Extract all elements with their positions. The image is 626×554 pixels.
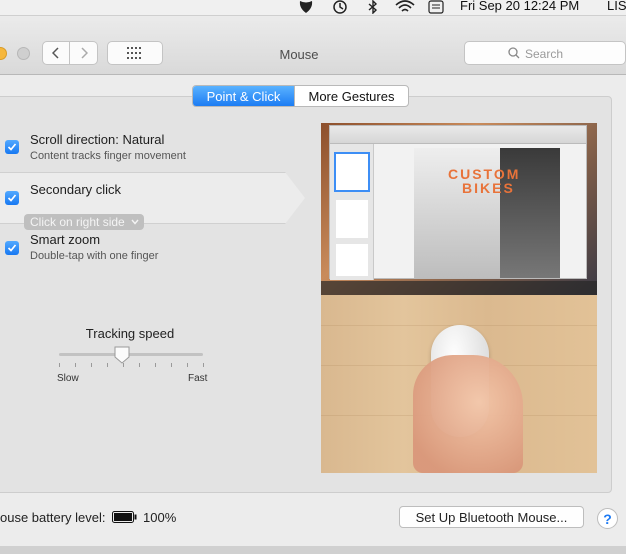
slider-tick bbox=[107, 363, 108, 367]
window-bottom-edge bbox=[0, 546, 626, 554]
tab-more-gestures[interactable]: More Gestures bbox=[294, 86, 408, 106]
slider-tick bbox=[139, 363, 140, 367]
help-button[interactable]: ? bbox=[597, 508, 618, 529]
checkmark-icon bbox=[7, 244, 17, 252]
search-placeholder: Search bbox=[525, 47, 564, 61]
battery-level-label: ouse battery level: bbox=[0, 510, 106, 525]
battery-level-value: 100% bbox=[143, 510, 177, 525]
checkmark-icon bbox=[7, 194, 17, 202]
preview-heading-2: BIKES bbox=[462, 180, 515, 196]
secondary-click-popup-value: Click on right side bbox=[30, 215, 125, 229]
preview-hand bbox=[413, 355, 523, 473]
preview-thumb bbox=[336, 244, 368, 276]
slider-tick bbox=[187, 363, 188, 367]
slider-tick bbox=[155, 363, 156, 367]
preview-thumbnails bbox=[330, 144, 374, 280]
preview-desktop: CUSTOM BIKES bbox=[321, 123, 597, 295]
preview-desk-surface bbox=[321, 295, 597, 473]
preview-thumb-selected bbox=[334, 152, 370, 192]
preview-app-toolbar bbox=[330, 126, 586, 144]
tracking-speed-label: Tracking speed bbox=[85, 326, 175, 341]
preview-document-page: CUSTOM BIKES bbox=[414, 148, 560, 278]
slider-tick bbox=[91, 363, 92, 367]
selected-option-arrow bbox=[285, 172, 305, 224]
slider-tick bbox=[123, 363, 124, 367]
slider-tick bbox=[203, 363, 204, 367]
slider-tick bbox=[75, 363, 76, 367]
checkmark-icon bbox=[7, 143, 17, 151]
smart-zoom-checkbox[interactable] bbox=[5, 241, 19, 255]
slider-tick bbox=[171, 363, 172, 367]
tracking-speed-track[interactable] bbox=[59, 353, 203, 356]
menu-bar: Fri Sep 20 12:24 PM LIS bbox=[0, 0, 626, 16]
bluetooth-icon[interactable] bbox=[366, 0, 380, 14]
preview-thumb bbox=[336, 200, 368, 238]
wifi-icon[interactable] bbox=[395, 0, 415, 14]
menubar-clock[interactable]: Fri Sep 20 12:24 PM bbox=[460, 0, 579, 13]
menubar-user[interactable]: LIS bbox=[607, 0, 626, 13]
scroll-direction-checkbox[interactable] bbox=[5, 140, 19, 154]
preview-dock bbox=[321, 281, 597, 295]
tracking-speed-max-label: Fast bbox=[188, 373, 208, 384]
smart-zoom-description: Double-tap with one finger bbox=[30, 250, 159, 262]
tab-bar: Point & Click More Gestures bbox=[192, 85, 409, 107]
tab-point-and-click[interactable]: Point & Click bbox=[193, 86, 294, 106]
keyboard-input-icon[interactable] bbox=[428, 0, 444, 14]
title-bar: Mouse Search bbox=[0, 16, 626, 75]
tracking-speed-min-label: Slow bbox=[57, 373, 79, 384]
gesture-preview-video: CUSTOM BIKES bbox=[321, 123, 597, 473]
time-machine-icon[interactable] bbox=[331, 0, 349, 14]
setup-bluetooth-mouse-button[interactable]: Set Up Bluetooth Mouse... bbox=[399, 506, 584, 528]
smart-zoom-label: Smart zoom bbox=[30, 232, 101, 247]
secondary-click-label: Secondary click bbox=[30, 182, 122, 197]
secondary-click-popup[interactable]: Click on right side bbox=[24, 214, 144, 230]
scroll-direction-label: Scroll direction: Natural bbox=[30, 132, 165, 147]
search-icon bbox=[508, 47, 520, 59]
scroll-direction-description: Content tracks finger movement bbox=[30, 150, 186, 162]
app-mask-icon[interactable] bbox=[298, 0, 314, 14]
secondary-click-checkbox[interactable] bbox=[5, 191, 19, 205]
preview-app-window: CUSTOM BIKES bbox=[329, 125, 587, 280]
battery-icon bbox=[112, 511, 137, 523]
mouse-preferences-window: Mouse Search Point & Click More Gestures… bbox=[0, 16, 626, 554]
search-field[interactable]: Search bbox=[464, 41, 626, 65]
slider-tick bbox=[59, 363, 60, 367]
tracking-speed-thumb[interactable] bbox=[114, 346, 130, 364]
chevron-down-icon bbox=[131, 219, 139, 225]
